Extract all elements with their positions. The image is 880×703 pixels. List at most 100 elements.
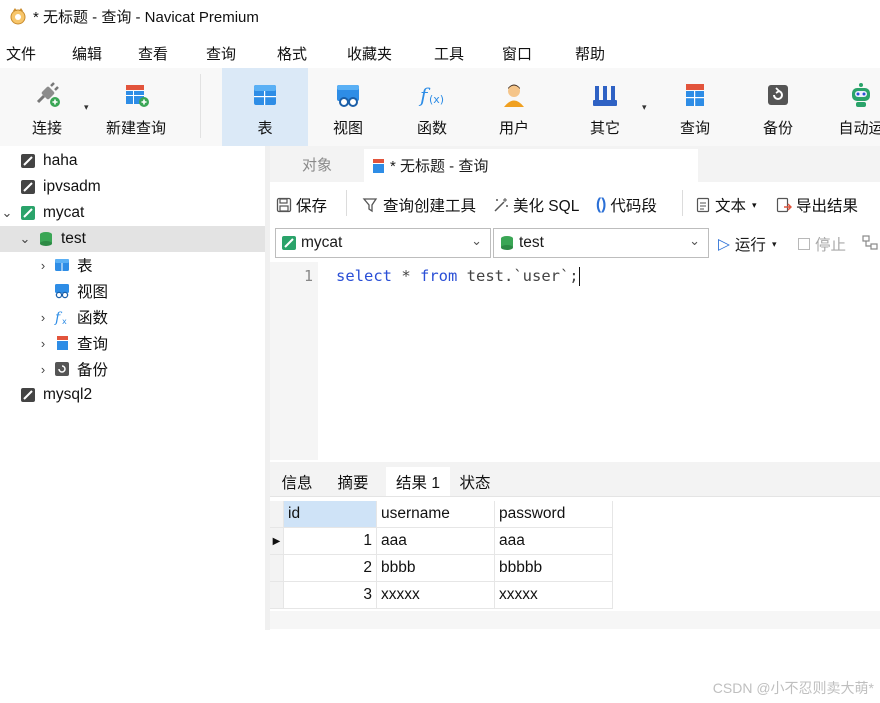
- tools-icon: [590, 80, 620, 110]
- table-cell[interactable]: aaa: [495, 528, 613, 555]
- column-header-id[interactable]: id: [284, 501, 377, 528]
- toolbar-view-button[interactable]: 视图: [318, 68, 378, 146]
- toolbar-user-button[interactable]: 用户: [484, 68, 544, 146]
- toolbar-user-label: 用户: [498, 120, 529, 137]
- table-cell[interactable]: bbbb: [377, 555, 495, 582]
- tab-result-1[interactable]: 结果 1: [386, 467, 450, 496]
- chevron-down-icon[interactable]: ⌄: [18, 231, 32, 247]
- beautify-sql-button[interactable]: 美化 SQL: [492, 194, 579, 216]
- dropdown-arrow-icon[interactable]: ▾: [752, 200, 757, 211]
- run-button[interactable]: ▷ 运行 ▾: [718, 233, 776, 255]
- connect-dropdown-arrow-icon[interactable]: ▾: [84, 102, 89, 113]
- menu-favorites[interactable]: 收藏夹: [347, 43, 392, 64]
- tree-item-label: test: [61, 230, 86, 247]
- braces-icon: (): [596, 196, 607, 213]
- line-number: 1: [304, 267, 314, 285]
- tree-item-haha[interactable]: haha: [0, 148, 265, 174]
- menu-help[interactable]: 帮助: [575, 43, 605, 64]
- tree-item-tables[interactable]: › 表: [0, 252, 265, 278]
- column-header-username[interactable]: username: [377, 501, 495, 528]
- text-output-button[interactable]: 文本 ▾: [696, 194, 757, 216]
- toolbar-table-label: 表: [257, 120, 273, 137]
- chevron-down-icon: ⌄: [689, 233, 700, 248]
- toolbar-others-label: 其它: [589, 120, 620, 137]
- others-dropdown-arrow-icon[interactable]: ▾: [642, 102, 647, 113]
- dropdown-arrow-icon[interactable]: ▾: [772, 239, 777, 250]
- sql-text: *: [392, 267, 420, 285]
- stop-button[interactable]: 停止: [798, 233, 846, 255]
- chevron-right-icon[interactable]: ›: [36, 258, 50, 273]
- current-row-marker-icon: ▶: [270, 528, 284, 555]
- result-tab-bar: 信息 摘要 结果 1 状态: [270, 462, 880, 497]
- toolbar-connect-button[interactable]: 连接: [14, 68, 80, 146]
- sql-editor[interactable]: 1 select * from test.`user`;: [270, 262, 880, 460]
- query-builder-button[interactable]: 查询创建工具: [362, 194, 476, 216]
- tab-info[interactable]: 信息: [274, 467, 320, 496]
- save-button[interactable]: 保存: [276, 194, 327, 216]
- connection-icon: [21, 388, 35, 402]
- table-icon: [55, 259, 69, 271]
- export-icon: [776, 197, 792, 213]
- menu-window[interactable]: 窗口: [502, 43, 532, 64]
- table-cell[interactable]: xxxxx: [495, 582, 613, 609]
- code-snippet-button[interactable]: () 代码段: [596, 194, 657, 216]
- tree-item-queries[interactable]: › 查询: [0, 330, 265, 356]
- magic-wand-icon: [494, 198, 508, 212]
- tree-item-label: 函数: [77, 310, 109, 327]
- new-query-icon: [121, 80, 151, 110]
- toolbar-query-button[interactable]: 查询: [664, 68, 726, 146]
- tab-status[interactable]: 状态: [450, 467, 500, 496]
- toolbar-others-button[interactable]: 其它: [574, 68, 636, 146]
- function-icon: f (x): [417, 80, 447, 110]
- row-indicator: [270, 582, 284, 609]
- sql-code-line[interactable]: select * from test.`user`;: [336, 267, 580, 286]
- tab-summary[interactable]: 摘要: [330, 467, 376, 496]
- explain-button[interactable]: [862, 234, 880, 252]
- user-icon: [499, 80, 529, 110]
- tab-query-label: * 无标题 - 查询: [390, 158, 489, 175]
- table-cell[interactable]: 3: [284, 582, 377, 609]
- connection-select[interactable]: mycat ⌄: [275, 228, 491, 258]
- toolbar-new-query-label: 新建查询: [105, 120, 166, 137]
- database-icon: [501, 236, 513, 250]
- connection-icon: [21, 180, 35, 194]
- menu-view[interactable]: 查看: [138, 43, 168, 64]
- menu-edit[interactable]: 编辑: [72, 43, 102, 64]
- chevron-right-icon[interactable]: ›: [36, 362, 50, 377]
- column-header-password[interactable]: password: [495, 501, 613, 528]
- line-number-gutter: [270, 262, 318, 460]
- table-cell[interactable]: aaa: [377, 528, 495, 555]
- chevron-right-icon[interactable]: ›: [36, 310, 50, 325]
- sql-keyword: from: [420, 267, 458, 285]
- toolbar-function-button[interactable]: f (x) 函数: [402, 68, 462, 146]
- tree-item-functions[interactable]: › fx 函数: [0, 304, 265, 330]
- toolbar-table-button[interactable]: 表: [222, 68, 308, 146]
- view-icon: [333, 80, 363, 110]
- menu-tools[interactable]: 工具: [434, 43, 464, 64]
- toolbar-automation-button[interactable]: 自动运: [826, 68, 880, 146]
- database-select[interactable]: test ⌄: [493, 228, 709, 258]
- title-bar: * 无标题 - 查询 - Navicat Premium: [0, 0, 880, 32]
- table-cell[interactable]: 2: [284, 555, 377, 582]
- tree-item-views[interactable]: 视图: [0, 278, 265, 304]
- toolbar-backup-button[interactable]: 备份: [748, 68, 808, 146]
- row-indicator: [270, 555, 284, 582]
- menu-format[interactable]: 格式: [277, 43, 307, 64]
- explain-icon: [862, 235, 878, 250]
- chevron-right-icon[interactable]: ›: [36, 336, 50, 351]
- menu-file[interactable]: 文件: [6, 43, 36, 64]
- export-result-button[interactable]: 导出结果: [776, 194, 858, 216]
- chevron-down-icon[interactable]: ⌄: [0, 205, 14, 221]
- table-cell[interactable]: bbbbb: [495, 555, 613, 582]
- tree-item-backups[interactable]: › 备份: [0, 356, 265, 382]
- tab-query[interactable]: * 无标题 - 查询: [364, 149, 698, 182]
- tree-item-ipvsadm[interactable]: ipvsadm: [0, 174, 265, 200]
- tab-objects[interactable]: 对象: [270, 146, 364, 182]
- tree-item-mycat[interactable]: ⌄ mycat: [0, 200, 265, 226]
- tree-item-mysql2[interactable]: mysql2: [0, 382, 265, 408]
- table-cell[interactable]: xxxxx: [377, 582, 495, 609]
- table-cell[interactable]: 1: [284, 528, 377, 555]
- tree-item-test[interactable]: ⌄ test: [0, 226, 265, 252]
- toolbar-new-query-button[interactable]: 新建查询: [98, 68, 174, 146]
- menu-query[interactable]: 查询: [206, 43, 236, 64]
